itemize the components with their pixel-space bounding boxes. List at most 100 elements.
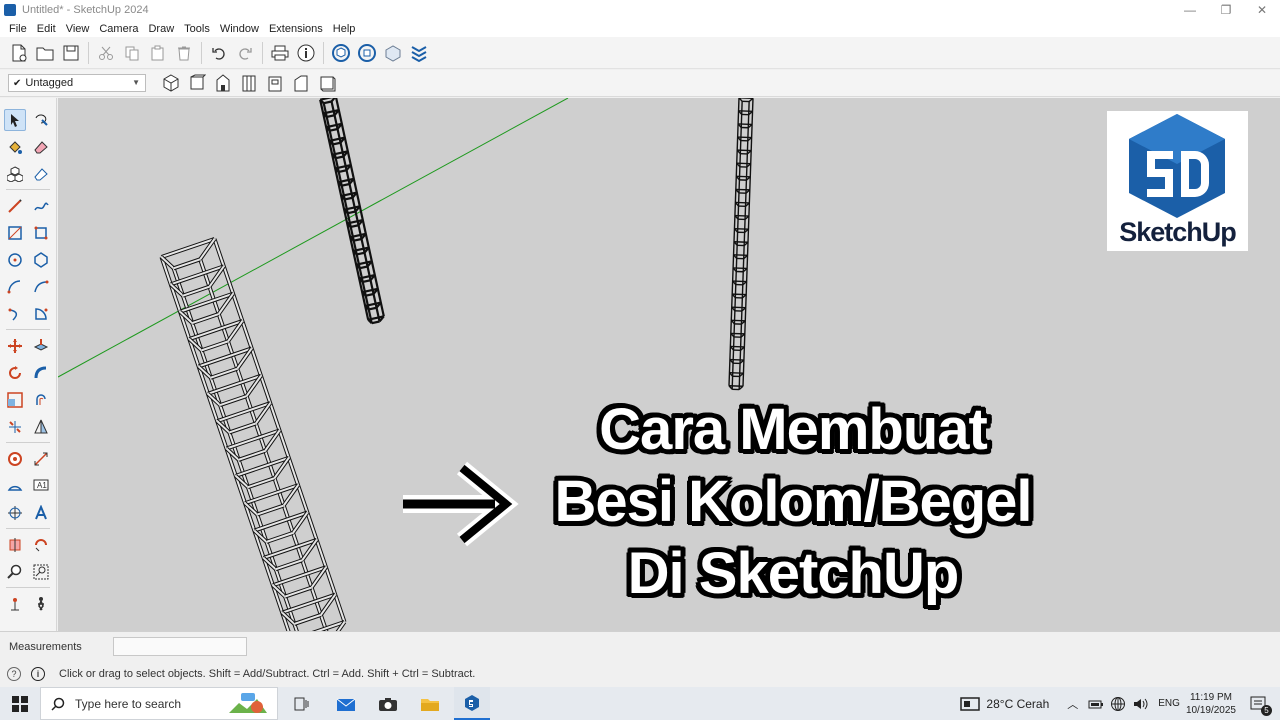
- menu-view[interactable]: View: [66, 23, 90, 35]
- minimize-button[interactable]: —: [1172, 0, 1208, 20]
- taskbar-search[interactable]: Type here to search: [40, 687, 278, 720]
- 3d-text-icon[interactable]: [30, 502, 52, 524]
- copy-icon[interactable]: [121, 42, 143, 64]
- extension-manager-icon[interactable]: [382, 42, 404, 64]
- chevron-up-icon[interactable]: ︿: [1067, 696, 1078, 712]
- restore-button[interactable]: ❐: [1208, 0, 1244, 20]
- taskbar-clock[interactable]: 11:19 PM 10/19/2025: [1186, 691, 1236, 717]
- rebar-segment: [335, 155, 344, 160]
- rectangle-tool-icon[interactable]: [4, 222, 26, 244]
- sketchup-window: Untitled* - SketchUp 2024 — ❐ ✕ File Edi…: [0, 0, 1280, 720]
- tag-dropdown[interactable]: ✔ Untagged ▼: [8, 74, 146, 92]
- rebar-segment: [256, 504, 285, 516]
- mirror-tool-icon[interactable]: [30, 416, 52, 438]
- task-view-icon[interactable]: [284, 687, 320, 720]
- menu-help[interactable]: Help: [333, 23, 356, 35]
- component-icon[interactable]: [4, 163, 26, 185]
- walk-tool-icon[interactable]: [30, 593, 52, 615]
- notification-center-icon[interactable]: 5: [1250, 696, 1272, 716]
- delete-icon[interactable]: [173, 42, 195, 64]
- section-plane-icon[interactable]: [4, 534, 26, 556]
- rebar-segment: [173, 258, 201, 270]
- three-point-arc-icon[interactable]: [4, 303, 26, 325]
- top-view-icon[interactable]: [186, 72, 208, 94]
- info-icon[interactable]: i: [31, 667, 45, 681]
- pie-tool-icon[interactable]: [30, 303, 52, 325]
- layout-icon[interactable]: [408, 42, 430, 64]
- rebar-segment: [368, 306, 377, 311]
- axes-tool-icon[interactable]: [4, 502, 26, 524]
- model-viewport[interactable]: SketchUp Cara Membuat Besi Kolom/Begel D…: [58, 98, 1280, 631]
- sketchup-taskbar-icon[interactable]: [454, 687, 490, 720]
- toolbar-divider: [323, 41, 324, 64]
- save-icon[interactable]: [60, 42, 82, 64]
- rotate-tool-icon[interactable]: [4, 362, 26, 384]
- offset-tool-icon[interactable]: [30, 389, 52, 411]
- text-tool-icon[interactable]: A1: [30, 475, 52, 497]
- menu-tools[interactable]: Tools: [184, 23, 210, 35]
- new-file-button[interactable]: [8, 42, 30, 64]
- flip-tool-icon[interactable]: [4, 416, 26, 438]
- dimension-tool-icon[interactable]: [30, 448, 52, 470]
- georeference-icon[interactable]: ?: [7, 667, 21, 681]
- orbit-tool-icon[interactable]: [30, 534, 52, 556]
- eraser-icon[interactable]: [30, 136, 52, 158]
- left-view-icon[interactable]: [290, 72, 312, 94]
- lasso-select-icon[interactable]: [30, 109, 52, 131]
- line-tool-icon[interactable]: [4, 195, 26, 217]
- menu-window[interactable]: Window: [220, 23, 259, 35]
- front-view-icon[interactable]: [212, 72, 234, 94]
- file-explorer-icon[interactable]: [412, 687, 448, 720]
- arc-tool-icon[interactable]: [4, 276, 26, 298]
- windows-start-icon[interactable]: [0, 687, 40, 720]
- back-view-icon[interactable]: [264, 72, 286, 94]
- model-info-icon[interactable]: [295, 42, 317, 64]
- protractor-icon[interactable]: [4, 475, 26, 497]
- cut-icon[interactable]: [95, 42, 117, 64]
- menu-edit[interactable]: Edit: [37, 23, 56, 35]
- menu-extensions[interactable]: Extensions: [269, 23, 323, 35]
- paste-icon[interactable]: [147, 42, 169, 64]
- print-icon[interactable]: [269, 42, 291, 64]
- battery-icon[interactable]: [1088, 697, 1104, 711]
- scale-tool-icon[interactable]: [4, 389, 26, 411]
- 3d-warehouse-icon[interactable]: [330, 42, 352, 64]
- select-tool-icon[interactable]: [4, 108, 26, 131]
- menu-camera[interactable]: Camera: [99, 23, 138, 35]
- zoom-window-icon[interactable]: [30, 561, 52, 583]
- close-button[interactable]: ✕: [1244, 0, 1280, 20]
- redo-icon[interactable]: [234, 42, 256, 64]
- paint-bucket-icon[interactable]: [4, 136, 26, 158]
- measurements-bar: Measurements: [0, 631, 1280, 661]
- circle-tool-icon[interactable]: [4, 249, 26, 271]
- volume-icon[interactable]: [1132, 696, 1148, 712]
- zoom-tool-icon[interactable]: [4, 561, 26, 583]
- menu-draw[interactable]: Draw: [148, 23, 174, 35]
- polygon-tool-icon[interactable]: [30, 249, 52, 271]
- menu-file[interactable]: File: [9, 23, 27, 35]
- undo-icon[interactable]: [208, 42, 230, 64]
- iso-view-icon[interactable]: [160, 72, 182, 94]
- rotated-rectangle-icon[interactable]: [30, 222, 52, 244]
- tape-measure-icon[interactable]: [4, 448, 26, 470]
- mail-app-icon[interactable]: [328, 687, 364, 720]
- sketchup-logo-icon: [1129, 114, 1225, 218]
- bottom-view-icon[interactable]: [316, 72, 338, 94]
- language-indicator[interactable]: ENG: [1158, 698, 1180, 709]
- open-folder-icon[interactable]: [34, 42, 56, 64]
- weather-text[interactable]: 28°C Cerah: [986, 697, 1049, 711]
- position-camera-icon[interactable]: [4, 593, 26, 615]
- move-tool-icon[interactable]: [4, 335, 26, 357]
- camera-app-icon[interactable]: [370, 687, 406, 720]
- two-point-arc-icon[interactable]: [30, 276, 52, 298]
- follow-me-icon[interactable]: [30, 362, 52, 384]
- measurements-input[interactable]: [113, 637, 247, 656]
- search-icon: [51, 697, 65, 711]
- right-view-icon[interactable]: [238, 72, 260, 94]
- push-pull-icon[interactable]: [30, 335, 52, 357]
- extension-warehouse-icon[interactable]: [356, 42, 378, 64]
- weather-widget-icon[interactable]: [960, 696, 981, 712]
- tag-eraser-icon[interactable]: [30, 163, 52, 185]
- network-globe-icon[interactable]: [1110, 696, 1126, 712]
- freehand-icon[interactable]: [30, 195, 52, 217]
